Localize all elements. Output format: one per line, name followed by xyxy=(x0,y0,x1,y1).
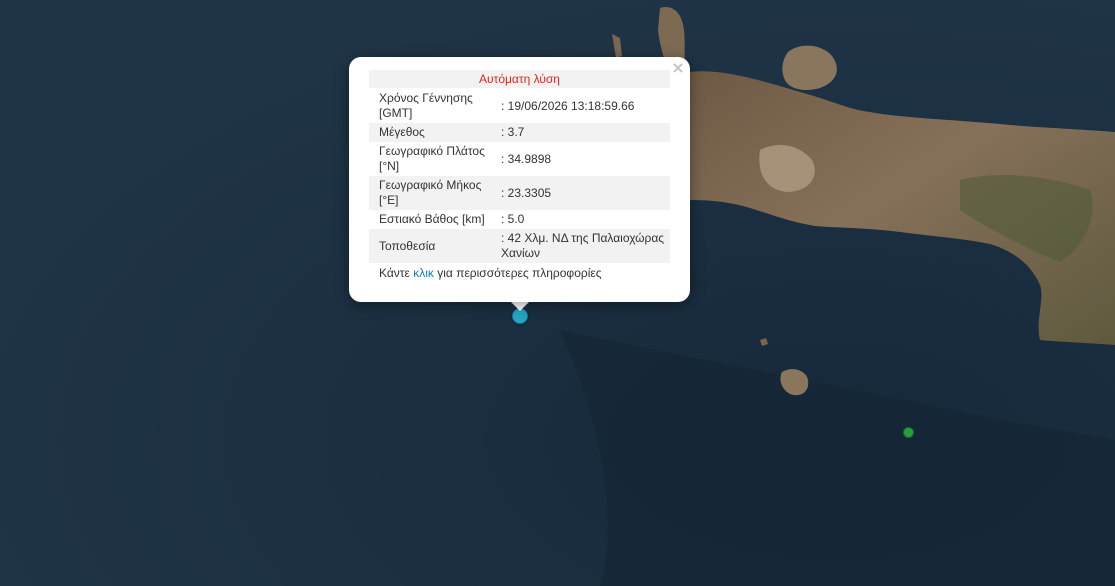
table-row: Μέγεθος : 3.7 xyxy=(369,123,670,142)
satellite-map[interactable]: × Αυτόματη λύση Χρόνος Γέννησης [GMT] : … xyxy=(0,0,1115,586)
row-value-location: : 42 Χλμ. ΝΔ της Παλαιοχώρας Χανίων xyxy=(501,229,670,263)
row-value-depth: : 5.0 xyxy=(501,212,525,226)
row-label-location: Τοποθεσία xyxy=(369,229,501,263)
table-row: Τοποθεσία : 42 Χλμ. ΝΔ της Παλαιοχώρας Χ… xyxy=(369,229,670,263)
row-label-origin-time: Χρόνος Γέννησης [GMT] xyxy=(379,91,473,120)
close-icon[interactable]: × xyxy=(671,60,685,76)
earthquake-popup: × Αυτόματη λύση Χρόνος Γέννησης [GMT] : … xyxy=(349,57,690,302)
row-value-magnitude: : 3.7 xyxy=(501,123,670,142)
table-row: Εστιακό Βάθος [km] : 5.0 xyxy=(369,210,670,229)
earthquake-marker-secondary[interactable] xyxy=(903,427,914,438)
popup-footer: Κάντε κλικ για περισσότερες πληροφορίες xyxy=(369,263,670,281)
row-label-longitude: Γεωγραφικό Μήκος [°E] xyxy=(369,176,501,210)
table-row: Χρόνος Γέννησης [GMT] : 19/06/2026 13:18… xyxy=(369,89,670,123)
more-info-link[interactable]: κλικ xyxy=(413,266,434,280)
row-label-magnitude: Μέγεθος xyxy=(369,123,501,142)
row-value-longitude: : 23.3305 xyxy=(501,176,670,210)
popup-title: Αυτόματη λύση xyxy=(369,70,670,88)
row-label-depth: Εστιακό Βάθος [km] xyxy=(379,212,485,226)
table-row: Γεωγραφικό Πλάτος [°N] : 34.9898 xyxy=(369,142,670,176)
table-row: Γεωγραφικό Μήκος [°E] : 23.3305 xyxy=(369,176,670,210)
row-value-latitude: : 34.9898 xyxy=(501,151,552,166)
footer-text-before: Κάντε xyxy=(379,266,414,280)
earthquake-info-table: Χρόνος Γέννησης [GMT] : 19/06/2026 13:18… xyxy=(369,89,670,263)
row-value-origin-time: : 19/06/2026 13:18:59.66 xyxy=(501,98,635,113)
footer-text-after: για περισσότερες πληροφορίες xyxy=(433,266,602,280)
row-label-latitude: Γεωγραφικό Πλάτος [°N] xyxy=(379,144,485,173)
